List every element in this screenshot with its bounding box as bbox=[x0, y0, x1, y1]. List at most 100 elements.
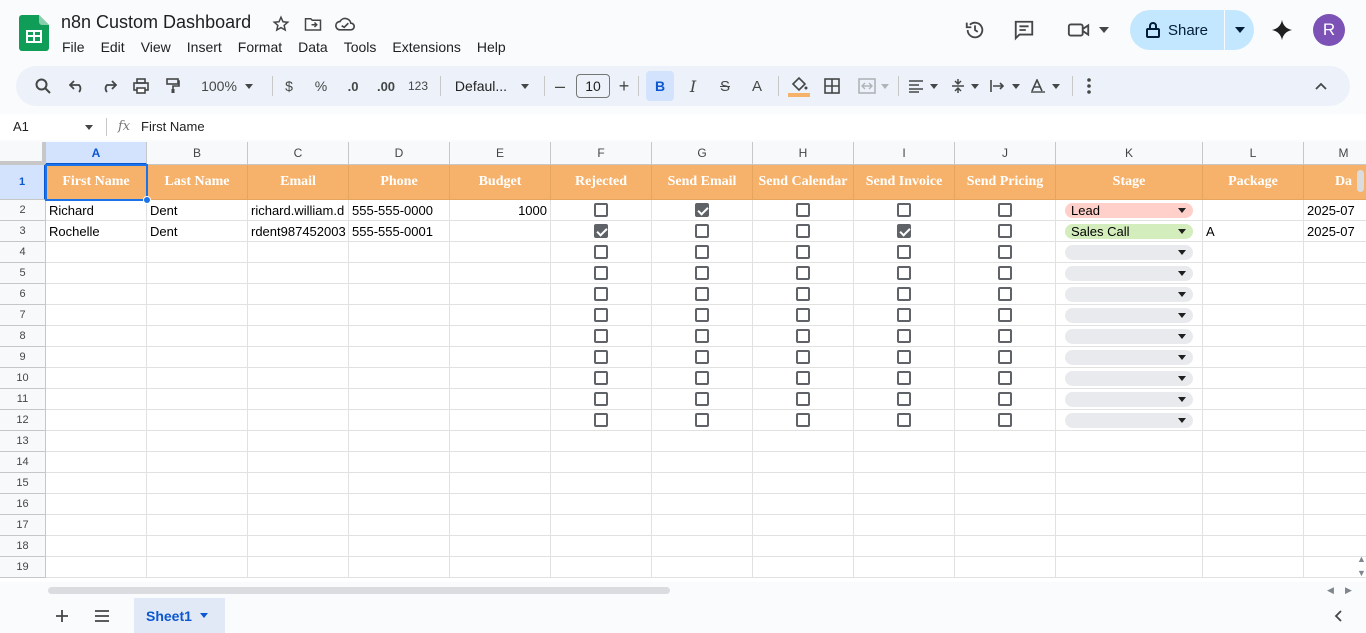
cell-m14[interactable] bbox=[1304, 452, 1366, 473]
send-pricing-checkbox[interactable] bbox=[998, 224, 1012, 238]
font-family-select[interactable]: Defaul... bbox=[452, 73, 532, 99]
cell-b18[interactable] bbox=[147, 536, 248, 557]
send-calendar-checkbox[interactable] bbox=[796, 329, 810, 343]
send-calendar-checkbox[interactable] bbox=[796, 350, 810, 364]
cell-d6[interactable] bbox=[349, 284, 450, 305]
cell-e2[interactable]: 1000 bbox=[450, 200, 551, 221]
cell-i6[interactable] bbox=[854, 284, 955, 305]
column-header-m[interactable]: M bbox=[1304, 142, 1366, 165]
cell-k11[interactable] bbox=[1056, 389, 1203, 410]
cell-i5[interactable] bbox=[854, 263, 955, 284]
cell-e11[interactable] bbox=[450, 389, 551, 410]
cell-f14[interactable] bbox=[551, 452, 652, 473]
column-header-e[interactable]: E bbox=[450, 142, 551, 165]
increase-font-size-button[interactable]: + bbox=[616, 73, 632, 99]
row-header-6[interactable]: 6 bbox=[0, 284, 46, 305]
cell-m13[interactable] bbox=[1304, 431, 1366, 452]
cell-g4[interactable] bbox=[652, 242, 753, 263]
cell-g9[interactable] bbox=[652, 347, 753, 368]
merge-cells-button[interactable] bbox=[856, 73, 890, 99]
rejected-checkbox[interactable] bbox=[594, 308, 608, 322]
cell-i13[interactable] bbox=[854, 431, 955, 452]
cell-g16[interactable] bbox=[652, 494, 753, 515]
cell-c12[interactable] bbox=[248, 410, 349, 431]
cell-a5[interactable] bbox=[46, 263, 147, 284]
cell-k10[interactable] bbox=[1056, 368, 1203, 389]
cell-h3[interactable] bbox=[753, 221, 854, 242]
cell-l7[interactable] bbox=[1203, 305, 1304, 326]
cell-j14[interactable] bbox=[955, 452, 1056, 473]
cell-i4[interactable] bbox=[854, 242, 955, 263]
column-header-h[interactable]: H bbox=[753, 142, 854, 165]
cell-i14[interactable] bbox=[854, 452, 955, 473]
row-header-4[interactable]: 4 bbox=[0, 242, 46, 263]
stage-dropdown-chip[interactable] bbox=[1065, 307, 1193, 323]
cell-k9[interactable] bbox=[1056, 347, 1203, 368]
stage-dropdown-chip[interactable] bbox=[1065, 244, 1193, 260]
cell-f9[interactable] bbox=[551, 347, 652, 368]
move-folder-icon[interactable] bbox=[302, 14, 324, 34]
select-all-corner[interactable] bbox=[0, 142, 46, 165]
cell-e9[interactable] bbox=[450, 347, 551, 368]
column-header-c[interactable]: C bbox=[248, 142, 349, 165]
cell-c14[interactable] bbox=[248, 452, 349, 473]
cell-l9[interactable] bbox=[1203, 347, 1304, 368]
send-invoice-checkbox[interactable] bbox=[897, 350, 911, 364]
cell-e7[interactable] bbox=[450, 305, 551, 326]
send-calendar-checkbox[interactable] bbox=[796, 245, 810, 259]
cell-e19[interactable] bbox=[450, 557, 551, 578]
cell-f16[interactable] bbox=[551, 494, 652, 515]
cell-l18[interactable] bbox=[1203, 536, 1304, 557]
row-header-18[interactable]: 18 bbox=[0, 536, 46, 557]
cell-c4[interactable] bbox=[248, 242, 349, 263]
sheets-logo-icon[interactable] bbox=[19, 15, 49, 51]
cell-e13[interactable] bbox=[450, 431, 551, 452]
send-invoice-checkbox[interactable] bbox=[897, 224, 911, 238]
send-pricing-checkbox[interactable] bbox=[998, 266, 1012, 280]
paint-format-icon[interactable] bbox=[162, 73, 184, 99]
cell-f4[interactable] bbox=[551, 242, 652, 263]
row-header-8[interactable]: 8 bbox=[0, 326, 46, 347]
cell-d5[interactable] bbox=[349, 263, 450, 284]
cell-d11[interactable] bbox=[349, 389, 450, 410]
cell-a12[interactable] bbox=[46, 410, 147, 431]
cell-d16[interactable] bbox=[349, 494, 450, 515]
cell-l14[interactable] bbox=[1203, 452, 1304, 473]
header-cell-e[interactable]: Budget bbox=[450, 165, 551, 200]
cell-i10[interactable] bbox=[854, 368, 955, 389]
cell-a16[interactable] bbox=[46, 494, 147, 515]
percent-format-button[interactable]: % bbox=[312, 73, 330, 99]
cell-m10[interactable] bbox=[1304, 368, 1366, 389]
header-cell-l[interactable]: Package bbox=[1203, 165, 1304, 200]
sheet-tab-active[interactable]: Sheet1 bbox=[134, 598, 225, 633]
cell-j6[interactable] bbox=[955, 284, 1056, 305]
header-cell-b[interactable]: Last Name bbox=[147, 165, 248, 200]
send-pricing-checkbox[interactable] bbox=[998, 308, 1012, 322]
send-email-checkbox[interactable] bbox=[695, 392, 709, 406]
cell-f2[interactable] bbox=[551, 200, 652, 221]
cell-k5[interactable] bbox=[1056, 263, 1203, 284]
cell-a10[interactable] bbox=[46, 368, 147, 389]
cell-f3[interactable] bbox=[551, 221, 652, 242]
cell-i11[interactable] bbox=[854, 389, 955, 410]
row-header-9[interactable]: 9 bbox=[0, 347, 46, 368]
stage-dropdown-chip[interactable] bbox=[1065, 349, 1193, 365]
cell-c9[interactable] bbox=[248, 347, 349, 368]
cell-j10[interactable] bbox=[955, 368, 1056, 389]
search-menus-icon[interactable] bbox=[32, 73, 54, 99]
cell-e10[interactable] bbox=[450, 368, 551, 389]
cell-a19[interactable] bbox=[46, 557, 147, 578]
cell-a15[interactable] bbox=[46, 473, 147, 494]
cell-b15[interactable] bbox=[147, 473, 248, 494]
cell-c16[interactable] bbox=[248, 494, 349, 515]
stage-dropdown-chip[interactable]: Sales Call bbox=[1065, 223, 1193, 239]
cell-c19[interactable] bbox=[248, 557, 349, 578]
row-header-16[interactable]: 16 bbox=[0, 494, 46, 515]
cell-b3[interactable]: Dent bbox=[147, 221, 248, 242]
cell-a17[interactable] bbox=[46, 515, 147, 536]
send-calendar-checkbox[interactable] bbox=[796, 308, 810, 322]
cell-k6[interactable] bbox=[1056, 284, 1203, 305]
cell-j18[interactable] bbox=[955, 536, 1056, 557]
cell-e14[interactable] bbox=[450, 452, 551, 473]
cell-b16[interactable] bbox=[147, 494, 248, 515]
